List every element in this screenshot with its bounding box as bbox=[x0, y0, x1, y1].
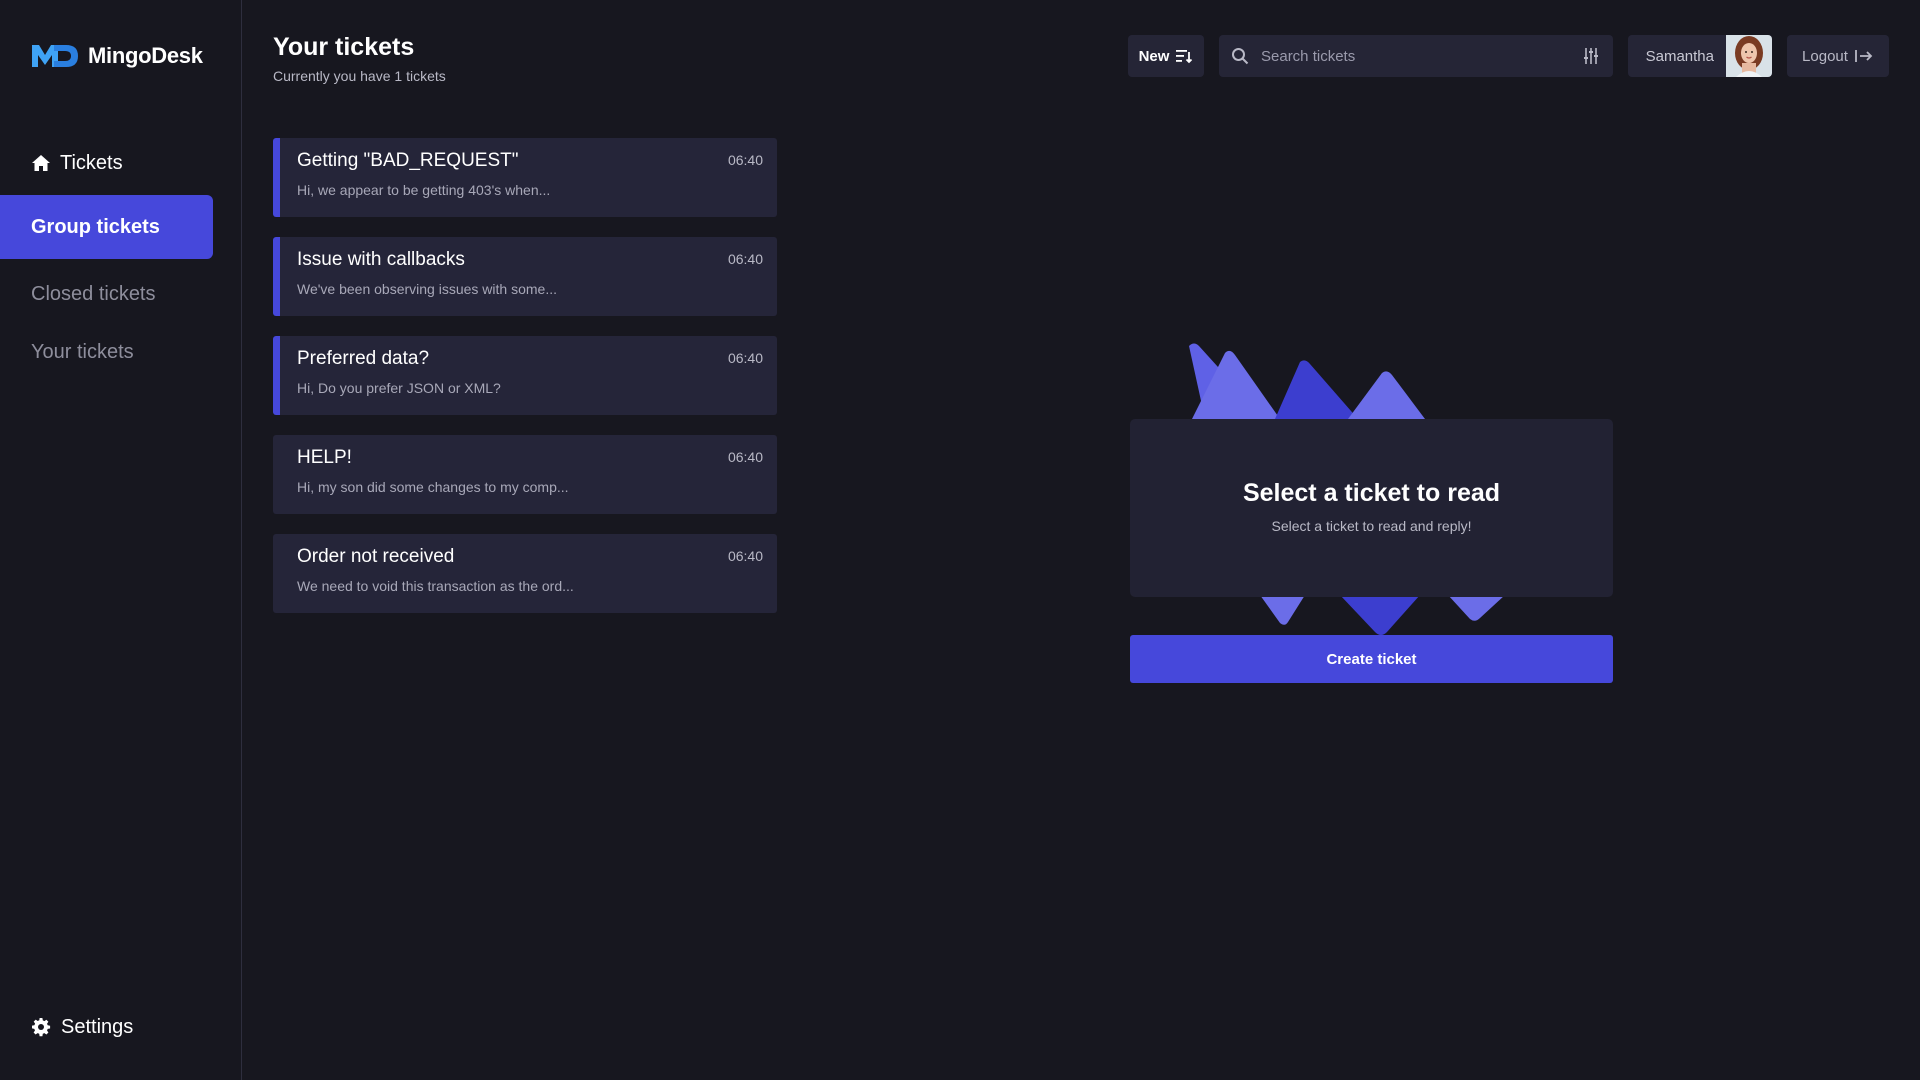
ticket-title: Preferred data? bbox=[297, 348, 430, 369]
logout-button[interactable]: Logout bbox=[1787, 35, 1889, 77]
filter-icon[interactable] bbox=[1581, 46, 1601, 66]
avatar-image bbox=[1726, 35, 1772, 77]
brand-name: MingoDesk bbox=[88, 43, 203, 68]
sort-new-button[interactable]: New bbox=[1128, 35, 1204, 77]
ticket-preview: We've been observing issues with some... bbox=[297, 281, 557, 297]
ticket-item[interactable]: Preferred data? Hi, Do you prefer JSON o… bbox=[273, 336, 777, 415]
user-name: Samantha bbox=[1645, 47, 1714, 65]
create-ticket-button[interactable]: Create ticket bbox=[1130, 635, 1613, 683]
ticket-list: Getting "BAD_REQUEST" Hi, we appear to b… bbox=[273, 138, 777, 633]
ticket-title: Getting "BAD_REQUEST" bbox=[297, 150, 519, 171]
search-input[interactable] bbox=[1261, 47, 1581, 65]
page-subtitle: Currently you have 1 tickets bbox=[273, 68, 446, 84]
ticket-item[interactable]: Getting "BAD_REQUEST" Hi, we appear to b… bbox=[273, 138, 777, 217]
sort-icon bbox=[1176, 50, 1193, 64]
sort-label: New bbox=[1138, 47, 1170, 65]
sidebar-item-label: Closed tickets bbox=[31, 282, 156, 305]
ticket-item[interactable]: HELP! Hi, my son did some changes to my … bbox=[273, 435, 777, 514]
ticket-preview: Hi, Do you prefer JSON or XML? bbox=[297, 380, 501, 396]
sidebar-item-label: Your tickets bbox=[31, 340, 134, 363]
sidebar-item-your-tickets[interactable]: Your tickets bbox=[0, 320, 213, 384]
sidebar-item-group-tickets[interactable]: Group tickets bbox=[0, 195, 213, 259]
ticket-item[interactable]: Issue with callbacks We've been observin… bbox=[273, 237, 777, 316]
ticket-time: 06:40 bbox=[727, 251, 763, 267]
empty-state-card: Select a ticket to read Select a ticket … bbox=[1130, 419, 1613, 597]
ticket-title: Order not received bbox=[297, 546, 455, 567]
ticket-preview: Hi, my son did some changes to my comp..… bbox=[297, 479, 569, 495]
sidebar-item-label: Settings bbox=[61, 1015, 134, 1038]
ticket-title: Issue with callbacks bbox=[297, 249, 465, 270]
sidebar-item-tickets[interactable]: Tickets bbox=[0, 131, 213, 195]
logout-icon bbox=[1855, 50, 1873, 62]
sidebar-item-label: Tickets bbox=[60, 151, 123, 174]
ticket-preview: We need to void this transaction as the … bbox=[297, 578, 574, 594]
logo[interactable]: MingoDesk bbox=[30, 41, 203, 71]
logout-label: Logout bbox=[1802, 47, 1848, 65]
empty-state-subtitle: Select a ticket to read and reply! bbox=[1271, 518, 1472, 534]
empty-state-title: Select a ticket to read bbox=[1242, 479, 1501, 507]
home-icon bbox=[32, 155, 50, 171]
sidebar-item-label: Group tickets bbox=[31, 215, 160, 238]
ticket-time: 06:40 bbox=[727, 152, 763, 168]
ticket-time: 06:40 bbox=[727, 548, 763, 564]
logo-icon bbox=[32, 45, 78, 67]
search-bar bbox=[1219, 35, 1613, 77]
sidebar-item-closed-tickets[interactable]: Closed tickets bbox=[0, 262, 213, 326]
ticket-item[interactable]: Order not received We need to void this … bbox=[273, 534, 777, 613]
ticket-title: HELP! bbox=[297, 447, 352, 468]
gear-icon bbox=[32, 1018, 51, 1037]
page-title: Your tickets bbox=[273, 33, 415, 61]
avatar bbox=[1726, 35, 1772, 77]
app-root: MingoDesk Tickets Group tickets Closed t… bbox=[0, 0, 1920, 1080]
ticket-preview: Hi, we appear to be getting 403's when..… bbox=[297, 182, 551, 198]
sidebar-item-settings[interactable]: Settings bbox=[0, 995, 213, 1059]
ticket-time: 06:40 bbox=[727, 449, 763, 465]
sidebar: MingoDesk Tickets Group tickets Closed t… bbox=[0, 0, 242, 1080]
ticket-time: 06:40 bbox=[727, 350, 763, 366]
search-icon bbox=[1232, 48, 1249, 65]
user-menu[interactable]: Samantha bbox=[1628, 35, 1772, 77]
